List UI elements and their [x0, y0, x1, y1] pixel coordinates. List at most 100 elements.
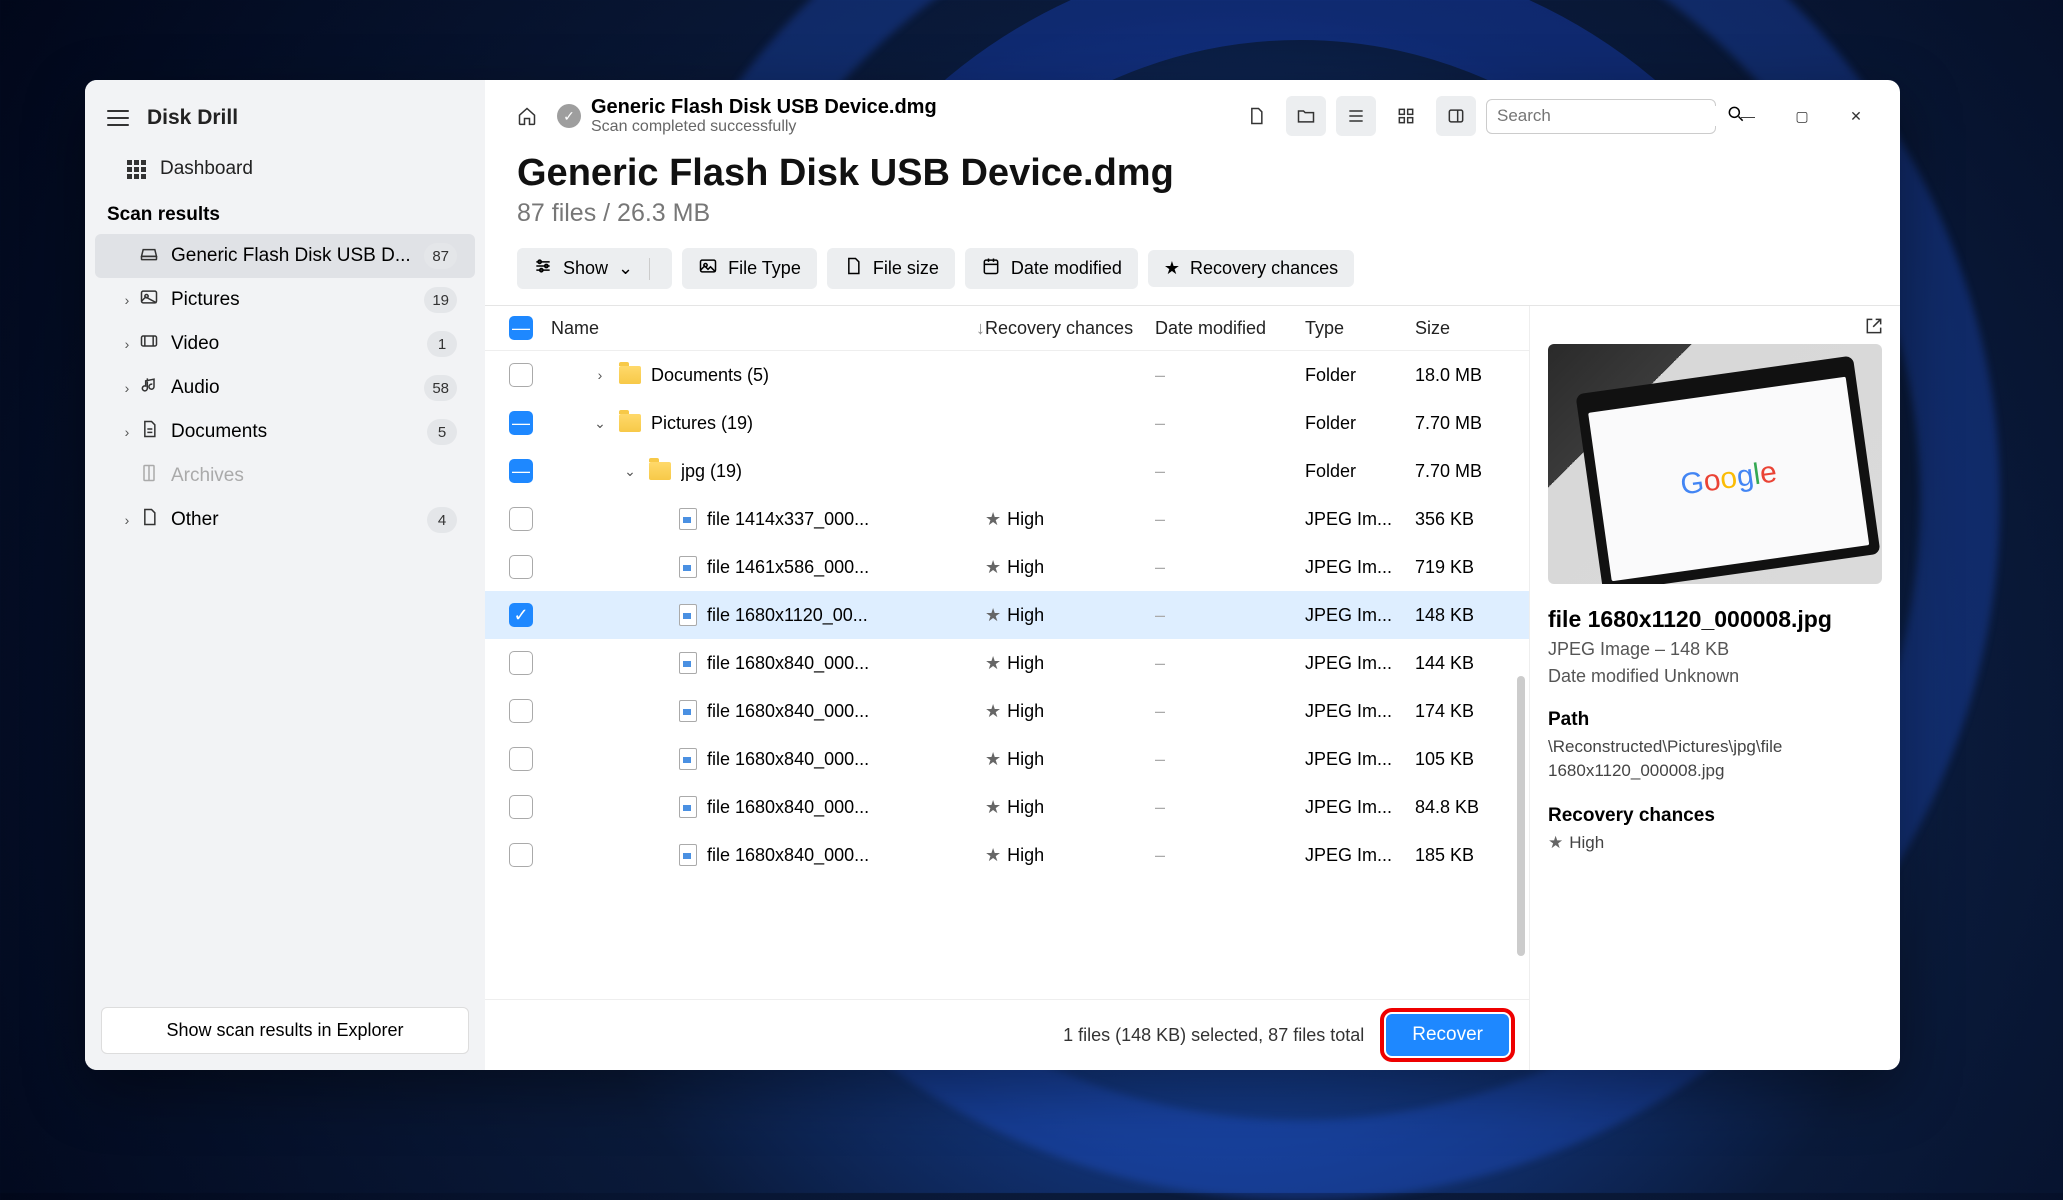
preview-title: file 1680x1120_000008.jpg [1548, 606, 1882, 633]
row-checkbox[interactable] [509, 507, 533, 531]
preview-path-heading: Path [1548, 709, 1882, 731]
date-cell: – [1155, 461, 1305, 482]
count-badge: 19 [424, 287, 457, 313]
sidebar-item-documents[interactable]: ›Documents5 [95, 410, 475, 454]
sidebar-item-video[interactable]: ›Video1 [95, 322, 475, 366]
expand-icon[interactable]: ⌄ [591, 415, 609, 432]
file-icon [679, 604, 697, 626]
search-input[interactable] [1497, 106, 1718, 126]
row-checkbox[interactable]: ✓ [509, 603, 533, 627]
doc-icon [137, 419, 161, 445]
preview-date: Date modified Unknown [1548, 666, 1882, 687]
chevron-down-icon: ⌄ [618, 258, 633, 279]
table-row[interactable]: file 1414x337_000... ★High – JPEG Im... … [485, 495, 1529, 543]
star-icon: ★ [985, 653, 1001, 673]
file-icon[interactable] [1236, 96, 1276, 136]
col-type[interactable]: Type [1305, 318, 1415, 339]
col-recovery[interactable]: Recovery chances [985, 318, 1155, 339]
dashboard-label: Dashboard [160, 158, 253, 180]
table-row[interactable]: — ⌄Pictures (19) – Folder 7.70 MB [485, 399, 1529, 447]
row-checkbox[interactable] [509, 843, 533, 867]
sidebar-item-audio[interactable]: ›Audio58 [95, 366, 475, 410]
date-cell: – [1155, 845, 1305, 866]
maximize-button[interactable]: ▢ [1780, 96, 1824, 136]
type-cell: JPEG Im... [1305, 557, 1415, 578]
filter-show[interactable]: Show ⌄ [517, 248, 672, 289]
preview-path: \Reconstructed\Pictures\jpg\file 1680x11… [1548, 735, 1882, 783]
type-cell: JPEG Im... [1305, 797, 1415, 818]
row-checkbox[interactable]: — [509, 459, 533, 483]
expand-icon[interactable]: ⌄ [621, 463, 639, 480]
sidebar-item-label: Audio [171, 377, 424, 399]
recover-button[interactable]: Recover [1386, 1014, 1509, 1056]
row-checkbox[interactable] [509, 651, 533, 675]
topbar-subtitle: Scan completed successfully [591, 118, 937, 136]
minimize-button[interactable]: ― [1726, 96, 1770, 136]
sort-arrow-icon[interactable]: ↓ [976, 318, 985, 339]
filter-file-size[interactable]: File size [827, 248, 955, 289]
table-row[interactable]: file 1680x840_000... ★High – JPEG Im... … [485, 687, 1529, 735]
row-checkbox[interactable]: — [509, 411, 533, 435]
image-icon [137, 287, 161, 313]
search-box[interactable] [1486, 99, 1716, 134]
col-name[interactable]: Name [551, 318, 599, 339]
scrollbar[interactable] [1517, 676, 1525, 956]
sidebar-item-generic-flash-disk-usb-d-[interactable]: Generic Flash Disk USB D...87 [95, 234, 475, 278]
table-row[interactable]: file 1680x840_000... ★High – JPEG Im... … [485, 783, 1529, 831]
row-checkbox[interactable] [509, 363, 533, 387]
filter-file-type[interactable]: File Type [682, 248, 817, 289]
date-cell: – [1155, 509, 1305, 530]
row-checkbox[interactable] [509, 747, 533, 771]
recovery-cell: ★High [985, 797, 1155, 818]
preview-meta: JPEG Image – 148 KB [1548, 639, 1882, 660]
video-icon [137, 331, 161, 357]
grid-view-icon[interactable] [1386, 96, 1426, 136]
star-icon: ★ [1164, 258, 1180, 279]
type-cell: Folder [1305, 413, 1415, 434]
size-cell: 18.0 MB [1415, 365, 1515, 386]
sidebar-item-archives[interactable]: Archives [95, 454, 475, 498]
list-view-icon[interactable] [1336, 96, 1376, 136]
app-title: Disk Drill [147, 106, 238, 130]
date-cell: – [1155, 413, 1305, 434]
sidebar: Disk Drill Dashboard Scan results Generi… [85, 80, 485, 1070]
table-row[interactable]: — ⌄jpg (19) – Folder 7.70 MB [485, 447, 1529, 495]
row-checkbox[interactable] [509, 699, 533, 723]
sidebar-item-pictures[interactable]: ›Pictures19 [95, 278, 475, 322]
home-icon[interactable] [507, 96, 547, 136]
table-row[interactable]: file 1680x840_000... ★High – JPEG Im... … [485, 831, 1529, 879]
file-size-icon [843, 256, 863, 281]
row-checkbox[interactable] [509, 555, 533, 579]
table-row[interactable]: ›Documents (5) – Folder 18.0 MB [485, 351, 1529, 399]
col-size[interactable]: Size [1415, 318, 1515, 339]
filter-recovery[interactable]: ★Recovery chances [1148, 250, 1354, 287]
table-row[interactable]: file 1461x586_000... ★High – JPEG Im... … [485, 543, 1529, 591]
table-row[interactable]: file 1680x840_000... ★High – JPEG Im... … [485, 735, 1529, 783]
col-date[interactable]: Date modified [1155, 318, 1305, 339]
preview-recovery: ★High [1548, 831, 1882, 855]
type-cell: Folder [1305, 365, 1415, 386]
date-cell: – [1155, 653, 1305, 674]
panel-toggle-icon[interactable] [1436, 96, 1476, 136]
popout-icon[interactable] [1864, 316, 1884, 341]
table-row[interactable]: ✓ file 1680x1120_00... ★High – JPEG Im..… [485, 591, 1529, 639]
row-checkbox[interactable] [509, 795, 533, 819]
file-icon [679, 748, 697, 770]
file-name: file 1680x1120_00... [707, 605, 868, 626]
type-cell: JPEG Im... [1305, 701, 1415, 722]
sidebar-item-other[interactable]: ›Other4 [95, 498, 475, 542]
show-in-explorer-button[interactable]: Show scan results in Explorer [101, 1007, 469, 1054]
table-row[interactable]: file 1680x840_000... ★High – JPEG Im... … [485, 639, 1529, 687]
expand-icon[interactable]: › [591, 367, 609, 383]
close-button[interactable]: ✕ [1834, 96, 1878, 136]
folder-icon[interactable] [1286, 96, 1326, 136]
size-cell: 719 KB [1415, 557, 1515, 578]
other-icon [137, 507, 161, 533]
select-all-checkbox[interactable]: — [509, 316, 533, 340]
sidebar-dashboard[interactable]: Dashboard [85, 148, 485, 190]
drive-icon [137, 243, 161, 269]
recovery-cell: ★High [985, 749, 1155, 770]
filter-date-modified[interactable]: Date modified [965, 248, 1138, 289]
date-cell: – [1155, 701, 1305, 722]
hamburger-icon[interactable] [107, 110, 129, 126]
